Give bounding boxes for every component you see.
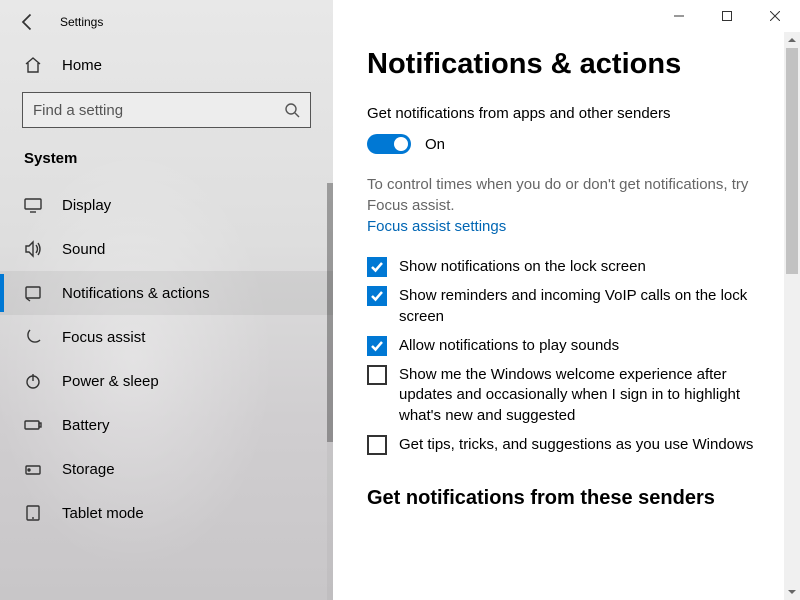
search-input[interactable] [33, 102, 284, 119]
notifications-icon [24, 284, 42, 302]
top-bar: Settings [0, 0, 333, 44]
check-label: Show me the Windows welcome experience a… [399, 365, 770, 426]
maximize-button[interactable] [704, 1, 750, 31]
page-title: Notifications & actions [367, 48, 770, 81]
minimize-button[interactable] [656, 1, 702, 31]
search-box[interactable] [22, 92, 311, 128]
sidebar-item-power-sleep[interactable]: Power & sleep [0, 359, 333, 403]
sidebar-item-storage[interactable]: Storage [0, 447, 333, 491]
sub-heading: Get notifications from these senders [367, 487, 770, 510]
sidebar-item-label: Battery [62, 417, 110, 434]
check-label: Get tips, tricks, and suggestions as you… [399, 435, 753, 455]
sidebar-item-label: Power & sleep [62, 373, 159, 390]
toggle-row: On [367, 134, 770, 154]
check-reminders-voip: Show reminders and incoming VoIP calls o… [367, 286, 770, 327]
sidebar-item-notifications[interactable]: Notifications & actions [0, 271, 333, 315]
help-text: To control times when you do or don't ge… [367, 174, 770, 216]
titlebar [333, 0, 800, 32]
home-label: Home [62, 57, 102, 74]
checkbox[interactable] [367, 435, 387, 455]
back-button[interactable] [18, 12, 38, 32]
check-tips-tricks: Get tips, tricks, and suggestions as you… [367, 435, 770, 455]
storage-icon [24, 460, 42, 478]
sidebar-item-label: Storage [62, 461, 115, 478]
tablet-icon [24, 504, 42, 522]
check-lock-screen: Show notifications on the lock screen [367, 257, 770, 277]
sound-icon [24, 240, 42, 258]
check-label: Allow notifications to play sounds [399, 336, 619, 356]
focus-icon [24, 328, 42, 346]
search-icon [284, 102, 300, 118]
battery-icon [24, 416, 42, 434]
checkbox[interactable] [367, 336, 387, 356]
sidebar-item-label: Sound [62, 241, 105, 258]
main-panel: Notifications & actions Get notification… [333, 0, 800, 600]
sidebar-item-focus-assist[interactable]: Focus assist [0, 315, 333, 359]
sidebar-item-battery[interactable]: Battery [0, 403, 333, 447]
app-title: Settings [60, 15, 103, 29]
content-scroll: Notifications & actions Get notification… [333, 32, 800, 600]
check-label: Show notifications on the lock screen [399, 257, 646, 277]
nav-list: Display Sound Notifications & actions Fo… [0, 183, 333, 600]
check-play-sounds: Allow notifications to play sounds [367, 336, 770, 356]
sidebar-item-tablet-mode[interactable]: Tablet mode [0, 491, 333, 535]
close-button[interactable] [752, 1, 798, 31]
sidebar: Settings Home System Display Sound Notif… [0, 0, 333, 600]
sidebar-item-label: Focus assist [62, 329, 145, 346]
power-icon [24, 372, 42, 390]
home-button[interactable]: Home [0, 44, 333, 88]
toggle-label: Get notifications from apps and other se… [367, 105, 770, 122]
toggle-state: On [425, 136, 445, 153]
scroll-down-icon[interactable] [784, 584, 800, 600]
display-icon [24, 196, 42, 214]
sidebar-item-label: Tablet mode [62, 505, 144, 522]
checkbox[interactable] [367, 365, 387, 385]
sidebar-item-display[interactable]: Display [0, 183, 333, 227]
check-label: Show reminders and incoming VoIP calls o… [399, 286, 770, 327]
main-scrollbar[interactable] [784, 32, 800, 600]
main-scrollbar-thumb[interactable] [786, 48, 798, 274]
sidebar-item-label: Notifications & actions [62, 285, 210, 302]
sidebar-item-sound[interactable]: Sound [0, 227, 333, 271]
section-label: System [0, 142, 333, 183]
checkbox[interactable] [367, 257, 387, 277]
sidebar-item-label: Display [62, 197, 111, 214]
check-welcome-experience: Show me the Windows welcome experience a… [367, 365, 770, 426]
focus-assist-link[interactable]: Focus assist settings [367, 218, 506, 235]
checkbox[interactable] [367, 286, 387, 306]
home-icon [24, 56, 42, 74]
scroll-up-icon[interactable] [784, 32, 800, 48]
checkbox-group: Show notifications on the lock screen Sh… [367, 257, 770, 455]
notifications-toggle[interactable] [367, 134, 411, 154]
